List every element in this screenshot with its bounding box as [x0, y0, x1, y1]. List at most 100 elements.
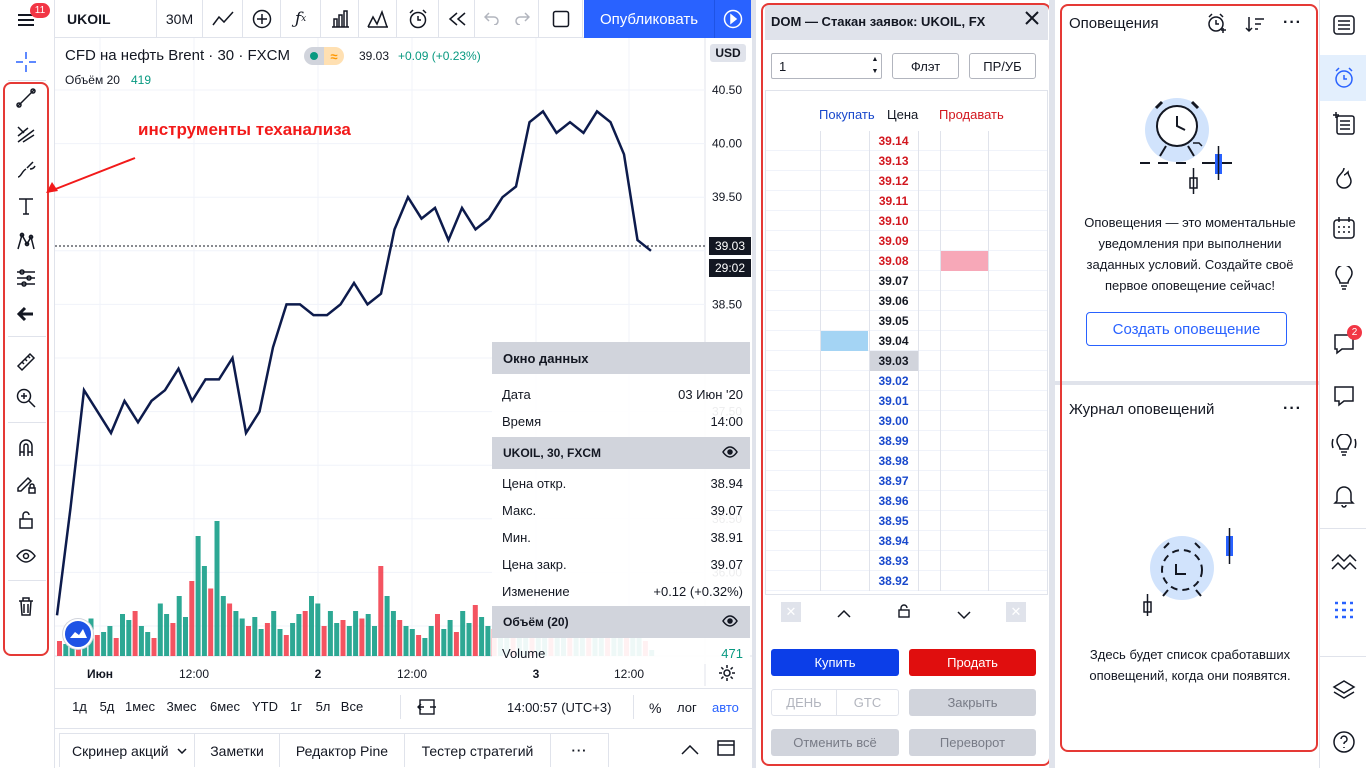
price-row[interactable]: 39.03	[766, 351, 1047, 371]
trend-line-icon[interactable]	[12, 84, 40, 112]
price-row[interactable]: 39.10	[766, 211, 1047, 231]
quantity-stepper[interactable]: ▲ ▼	[869, 54, 881, 78]
eye-icon[interactable]	[722, 445, 738, 461]
more-tabs-icon[interactable]: ···	[551, 733, 609, 767]
notifications-icon[interactable]	[1330, 482, 1358, 510]
trash-icon[interactable]	[12, 592, 40, 620]
chart-type-icon[interactable]	[203, 0, 243, 38]
lock-drawing-icon[interactable]	[12, 470, 40, 498]
price-row[interactable]: 39.14	[766, 131, 1047, 151]
flat-button[interactable]: Флэт	[892, 53, 959, 79]
date-range-icon[interactable]	[417, 698, 437, 719]
settings-gear-icon[interactable]	[718, 664, 736, 685]
fullscreen-icon[interactable]	[539, 0, 583, 38]
prediction-icon[interactable]	[12, 264, 40, 292]
publish-button[interactable]: Опубликовать	[584, 0, 714, 38]
price-cell[interactable]: 39.04	[869, 331, 918, 351]
gtc-button[interactable]: GTC	[836, 689, 899, 716]
price-row[interactable]: 39.01	[766, 391, 1047, 411]
arrow-left-icon[interactable]	[12, 300, 40, 328]
price-cell[interactable]: 39.07	[869, 271, 918, 291]
more-icon[interactable]: ···	[1283, 400, 1302, 418]
price-row[interactable]: 39.05	[766, 311, 1047, 331]
range-button[interactable]: 3мес	[160, 699, 203, 714]
sell-button[interactable]: Продать	[909, 649, 1036, 676]
price-cell[interactable]: 39.10	[869, 211, 918, 231]
calendar-icon[interactable]	[1330, 214, 1358, 242]
streams-icon[interactable]	[1330, 432, 1358, 460]
lock-icon[interactable]	[897, 604, 911, 621]
compare-icon[interactable]	[243, 0, 281, 38]
hotlist-icon[interactable]	[1330, 164, 1358, 192]
price-row[interactable]: 38.98	[766, 451, 1047, 471]
undo-icon[interactable]	[483, 11, 500, 28]
play-icon[interactable]	[714, 0, 752, 38]
trading-panel-icon[interactable]	[1330, 548, 1358, 576]
watchlist-icon[interactable]	[1330, 11, 1358, 39]
price-row[interactable]: 39.12	[766, 171, 1047, 191]
interval-button[interactable]: 30M	[157, 0, 203, 38]
price-cell[interactable]: 39.13	[869, 151, 918, 171]
magnet-icon[interactable]	[12, 434, 40, 462]
cancel-sell-icon[interactable]: ✕	[1006, 602, 1026, 622]
log-toggle[interactable]: лог	[677, 700, 697, 715]
price-cell[interactable]: 39.01	[869, 391, 918, 411]
range-button[interactable]: 5л	[309, 699, 337, 714]
price-row[interactable]: 38.95	[766, 511, 1047, 531]
price-cell[interactable]: 39.14	[869, 131, 918, 151]
price-cell[interactable]: 39.12	[869, 171, 918, 191]
currency-label[interactable]: USD	[710, 44, 746, 62]
ruler-icon[interactable]	[12, 348, 40, 376]
more-icon[interactable]: ···	[1283, 14, 1302, 32]
symbol-search[interactable]: UKOIL	[55, 0, 157, 38]
replay-icon[interactable]	[439, 0, 475, 38]
alert-clock-icon[interactable]	[1330, 64, 1358, 92]
price-cell[interactable]: 38.95	[869, 511, 918, 531]
ideas-icon[interactable]	[1330, 264, 1358, 292]
auto-toggle[interactable]: авто	[712, 700, 739, 715]
tab-strategy-tester[interactable]: Тестер стратегий	[405, 733, 551, 767]
close-position-button[interactable]: Закрыть	[909, 689, 1036, 716]
messages-icon[interactable]	[1330, 382, 1358, 410]
price-cell[interactable]: 39.05	[869, 311, 918, 331]
range-button[interactable]: 5д	[94, 699, 120, 714]
price-row[interactable]: 38.96	[766, 491, 1047, 511]
cancel-all-button[interactable]: Отменить всё	[771, 729, 899, 756]
pnl-button[interactable]: ПР/УБ	[969, 53, 1036, 79]
range-button[interactable]: YTD	[247, 699, 283, 714]
chevron-down-icon[interactable]	[957, 608, 971, 623]
price-cell[interactable]: 39.06	[869, 291, 918, 311]
layers-icon[interactable]	[1330, 676, 1358, 704]
data-window-icon[interactable]	[1330, 110, 1358, 138]
price-cell[interactable]: 38.92	[869, 571, 918, 591]
price-row[interactable]: 38.97	[766, 471, 1047, 491]
price-cell[interactable]: 39.08	[869, 251, 918, 271]
price-cell[interactable]: 39.02	[869, 371, 918, 391]
range-button[interactable]: 1мес	[120, 699, 160, 714]
tab-pine-editor[interactable]: Редактор Pine	[280, 733, 405, 767]
price-cell[interactable]: 38.96	[869, 491, 918, 511]
cancel-buy-icon[interactable]: ✕	[781, 602, 801, 622]
price-row[interactable]: 39.07	[766, 271, 1047, 291]
range-button[interactable]: 1д	[65, 699, 94, 714]
pattern-icon[interactable]	[12, 228, 40, 256]
maximize-panel-icon[interactable]	[717, 740, 735, 759]
price-cell[interactable]: 39.00	[869, 411, 918, 431]
text-icon[interactable]	[12, 192, 40, 220]
clock-time[interactable]: 14:00:57 (UTC+3)	[507, 700, 611, 715]
chevron-up-icon[interactable]	[681, 743, 699, 758]
unlock-icon[interactable]	[12, 506, 40, 534]
price-row[interactable]: 38.99	[766, 431, 1047, 451]
price-row[interactable]: 39.13	[766, 151, 1047, 171]
create-alert-button[interactable]: Создать оповещение	[1086, 312, 1287, 346]
price-cell[interactable]: 38.99	[869, 431, 918, 451]
price-row[interactable]: 39.08	[766, 251, 1047, 271]
price-row[interactable]: 38.92	[766, 571, 1047, 591]
close-icon[interactable]	[1025, 11, 1039, 28]
price-row[interactable]: 39.02	[766, 371, 1047, 391]
sort-icon[interactable]	[1244, 15, 1266, 36]
range-button[interactable]: Все	[337, 699, 367, 714]
reverse-button[interactable]: Переворот	[909, 729, 1036, 756]
percent-toggle[interactable]: %	[649, 700, 661, 716]
price-row[interactable]: 39.11	[766, 191, 1047, 211]
